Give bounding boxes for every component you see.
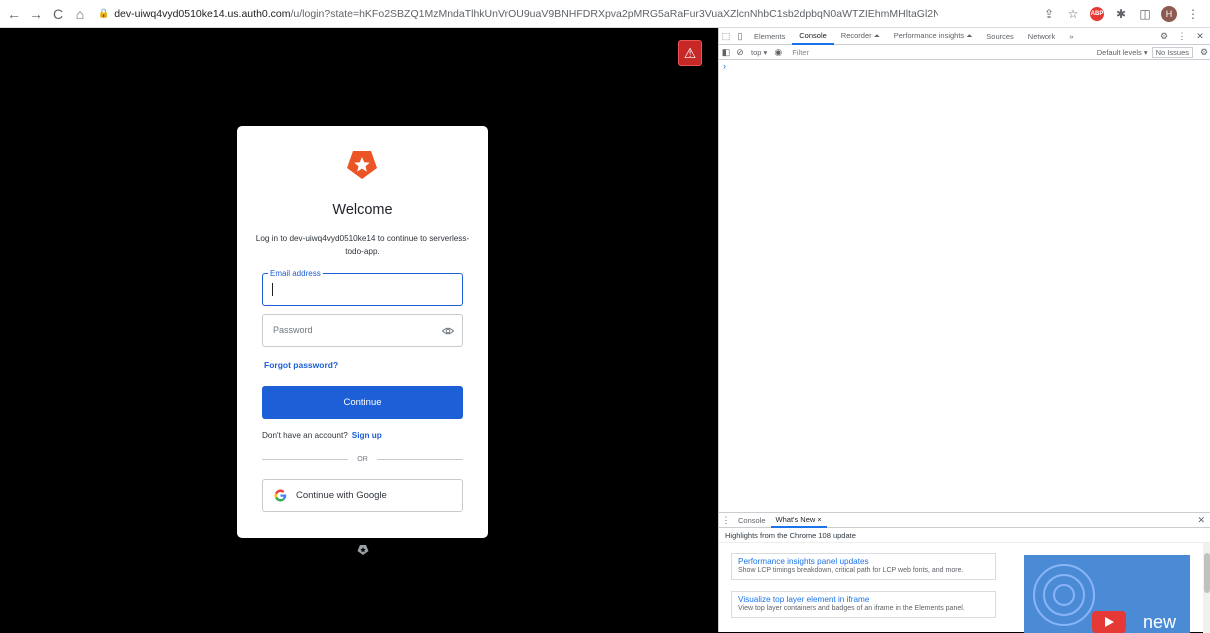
log-levels-dropdown[interactable]: Default levels ▾ xyxy=(1093,48,1152,57)
news-item-title: Visualize top layer element in iframe xyxy=(738,595,870,604)
auth0-logo-icon xyxy=(347,151,377,179)
extensions-puzzle-icon[interactable]: ✱ xyxy=(1112,5,1130,23)
back-arrow-icon: ← xyxy=(7,5,21,22)
bookmark-star-icon[interactable]: ☆ xyxy=(1064,5,1082,23)
tab-console[interactable]: Console xyxy=(792,28,834,45)
browser-menu-icon[interactable]: ⋮ xyxy=(1184,5,1202,23)
news-item-title: Performance insights panel updates xyxy=(738,557,869,566)
tab-recorder[interactable]: Recorder ⏶ xyxy=(834,28,887,45)
drawer-menu-icon[interactable]: ⋮ xyxy=(719,513,733,527)
divider-line xyxy=(376,458,463,460)
tab-network[interactable]: Network xyxy=(1021,28,1063,45)
close-devtools-icon[interactable]: ✕ xyxy=(1193,29,1207,43)
or-divider: OR xyxy=(262,452,463,466)
forward-arrow-icon: → xyxy=(29,5,43,22)
scrollbar-thumb[interactable] xyxy=(1204,553,1210,593)
promo-new-badge: new xyxy=(1142,612,1176,632)
address-bar[interactable]: 🔒 dev-uiwq4vyd0510ke14.us.auth0.com/u/lo… xyxy=(98,3,938,25)
settings-gear-icon[interactable]: ⚙ xyxy=(1157,29,1171,43)
continue-with-google-button[interactable]: Continue with Google xyxy=(262,479,463,512)
no-account-text: Don't have an account? xyxy=(262,431,348,440)
clear-console-icon[interactable]: ⊘ xyxy=(733,45,747,59)
devtools-tabbar: ⬚ ▯ Elements Console Recorder ⏶ Performa… xyxy=(719,28,1210,45)
more-tabs-chevron[interactable]: » xyxy=(1062,28,1080,45)
console-prompt-chevron-icon[interactable]: › xyxy=(723,61,726,71)
whats-new-heading: Highlights from the Chrome 108 update xyxy=(719,528,1210,543)
tab-elements[interactable]: Elements xyxy=(747,28,792,45)
password-field[interactable]: Password xyxy=(262,314,463,347)
whats-new-video-thumbnail[interactable]: new xyxy=(1024,555,1190,633)
drawer-scrollbar[interactable] xyxy=(1203,543,1210,633)
email-field[interactable]: Email address xyxy=(262,269,463,306)
back-button[interactable]: ← xyxy=(4,4,24,24)
inspect-element-icon[interactable]: ⬚ xyxy=(719,29,733,43)
toolbar-icons: ⇪ ☆ ABP ✱ ◫ H ⋮ xyxy=(1040,5,1202,23)
drawer-tabbar: ⋮ Console What's New × ✕ xyxy=(719,513,1210,528)
home-icon: ⌂ xyxy=(75,5,85,22)
side-panel-icon[interactable]: ◫ xyxy=(1136,5,1154,23)
drawer-tab-whats-new[interactable]: What's New × xyxy=(770,513,827,528)
console-toolbar: ◧ ⊘ top ▾ ◉ Filter Default levels ▾ No I… xyxy=(719,45,1210,60)
google-button-label: Continue with Google xyxy=(296,490,387,501)
continue-button[interactable]: Continue xyxy=(262,386,463,419)
reload-icon: C xyxy=(52,5,64,22)
page-title: Welcome xyxy=(332,202,393,218)
devtools-drawer: ⋮ Console What's New × ✕ Highlights from… xyxy=(719,512,1210,633)
eye-icon[interactable] xyxy=(442,325,454,337)
lock-icon: 🔒 xyxy=(98,8,110,18)
signup-row: Don't have an account? Sign up xyxy=(262,431,382,440)
sidebar-toggle-icon[interactable]: ◧ xyxy=(719,45,733,59)
auth0-footer-logo-icon xyxy=(357,545,369,555)
tab-sources[interactable]: Sources xyxy=(979,28,1021,45)
url-path: /u/login?state=hKFo2SBZQ1MzMndaTlhkUnVrO… xyxy=(290,7,939,20)
news-item[interactable]: Visualize top layer element in iframe Vi… xyxy=(731,591,996,618)
forgot-password-link[interactable]: Forgot password? xyxy=(264,360,338,370)
profile-avatar[interactable]: H xyxy=(1160,5,1178,23)
drawer-tab-console[interactable]: Console xyxy=(733,513,771,528)
email-label: Email address xyxy=(268,269,323,279)
signup-link[interactable]: Sign up xyxy=(352,431,382,440)
google-icon xyxy=(274,489,287,502)
live-expression-eye-icon[interactable]: ◉ xyxy=(771,45,785,59)
home-button[interactable]: ⌂ xyxy=(70,4,90,24)
password-placeholder: Password xyxy=(273,325,313,335)
forward-button[interactable]: → xyxy=(26,4,46,24)
close-drawer-icon[interactable]: ✕ xyxy=(1197,515,1205,526)
page-viewport: ⚠ Welcome Log in to dev-uiwq4vyd0510ke14… xyxy=(0,28,718,632)
browser-toolbar: ← → C ⌂ 🔒 dev-uiwq4vyd0510ke14.us.auth0.… xyxy=(0,0,1210,28)
login-card: Welcome Log in to dev-uiwq4vyd0510ke14 t… xyxy=(237,126,488,538)
login-subtitle: Log in to dev-uiwq4vyd0510ke14 to contin… xyxy=(255,234,470,256)
youtube-play-icon[interactable] xyxy=(1092,611,1126,633)
devtools-menu-icon[interactable]: ⋮ xyxy=(1175,29,1189,43)
news-item-description: View top layer containers and badges of … xyxy=(738,605,965,612)
device-toolbar-icon[interactable]: ▯ xyxy=(733,29,747,43)
console-filter-input[interactable]: Filter xyxy=(789,46,989,58)
url-host: dev-uiwq4vyd0510ke14.us.auth0.com xyxy=(114,7,291,20)
divider-line xyxy=(262,458,349,460)
console-settings-gear-icon[interactable]: ⚙ xyxy=(1197,45,1210,59)
share-icon[interactable]: ⇪ xyxy=(1040,5,1058,23)
context-selector[interactable]: top ▾ xyxy=(747,48,771,57)
issues-button[interactable]: No Issues xyxy=(1151,46,1193,58)
text-caret xyxy=(272,283,273,296)
or-text: OR xyxy=(357,455,368,463)
reload-button[interactable]: C xyxy=(48,4,68,24)
adblock-extension-icon[interactable]: ABP xyxy=(1088,5,1106,23)
devtools-panel: ⬚ ▯ Elements Console Recorder ⏶ Performa… xyxy=(718,28,1210,633)
news-item-description: Show LCP timings breakdown, critical pat… xyxy=(738,567,964,574)
warning-icon[interactable]: ⚠ xyxy=(678,40,702,66)
tab-performance-insights[interactable]: Performance insights ⏶ xyxy=(887,28,980,45)
news-item[interactable]: Performance insights panel updates Show … xyxy=(731,553,996,580)
devtools-controls: ⚙ ⋮ ✕ xyxy=(1157,29,1207,43)
